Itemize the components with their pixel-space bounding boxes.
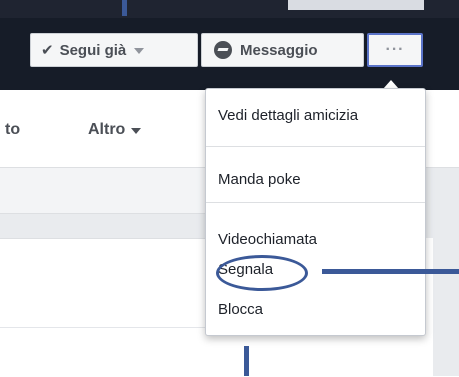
message-button[interactable]: Messaggio [201,33,364,67]
more-options-button[interactable]: ··· [367,33,423,67]
left-panel-top [0,168,208,214]
nav-item-partial[interactable]: to [5,121,20,139]
menu-divider [206,146,425,147]
menu-item-block[interactable]: Blocca [206,301,425,318]
menu-item-video-call[interactable]: Videochiamata [206,231,425,248]
annotation-line-bottom [244,346,249,376]
cover-light-strip [288,0,424,10]
chevron-down-icon [131,127,142,134]
nav-item-altro[interactable]: Altro [88,121,142,139]
annotation-circle [216,255,308,291]
annotation-line-top [122,0,127,16]
nav-item-altro-label: Altro [88,121,126,138]
chevron-down-icon [134,48,145,54]
messenger-icon [214,41,232,59]
menu-divider [206,202,425,203]
check-icon: ✔ [41,42,54,59]
annotation-pointer-line [322,269,459,274]
message-button-label: Messaggio [240,41,318,59]
follow-button-label: Segui già [59,41,127,59]
divider [0,327,208,328]
follow-button[interactable]: ✔ Segui già [30,33,198,67]
menu-item-poke[interactable]: Manda poke [206,171,425,188]
more-dots-icon: ··· [385,41,405,58]
menu-item-friendship-details[interactable]: Vedi dettagli amicizia [206,107,425,124]
left-panel-bottom [0,238,208,377]
more-options-menu: Vedi dettagli amicizia Manda poke Videoc… [205,88,426,336]
